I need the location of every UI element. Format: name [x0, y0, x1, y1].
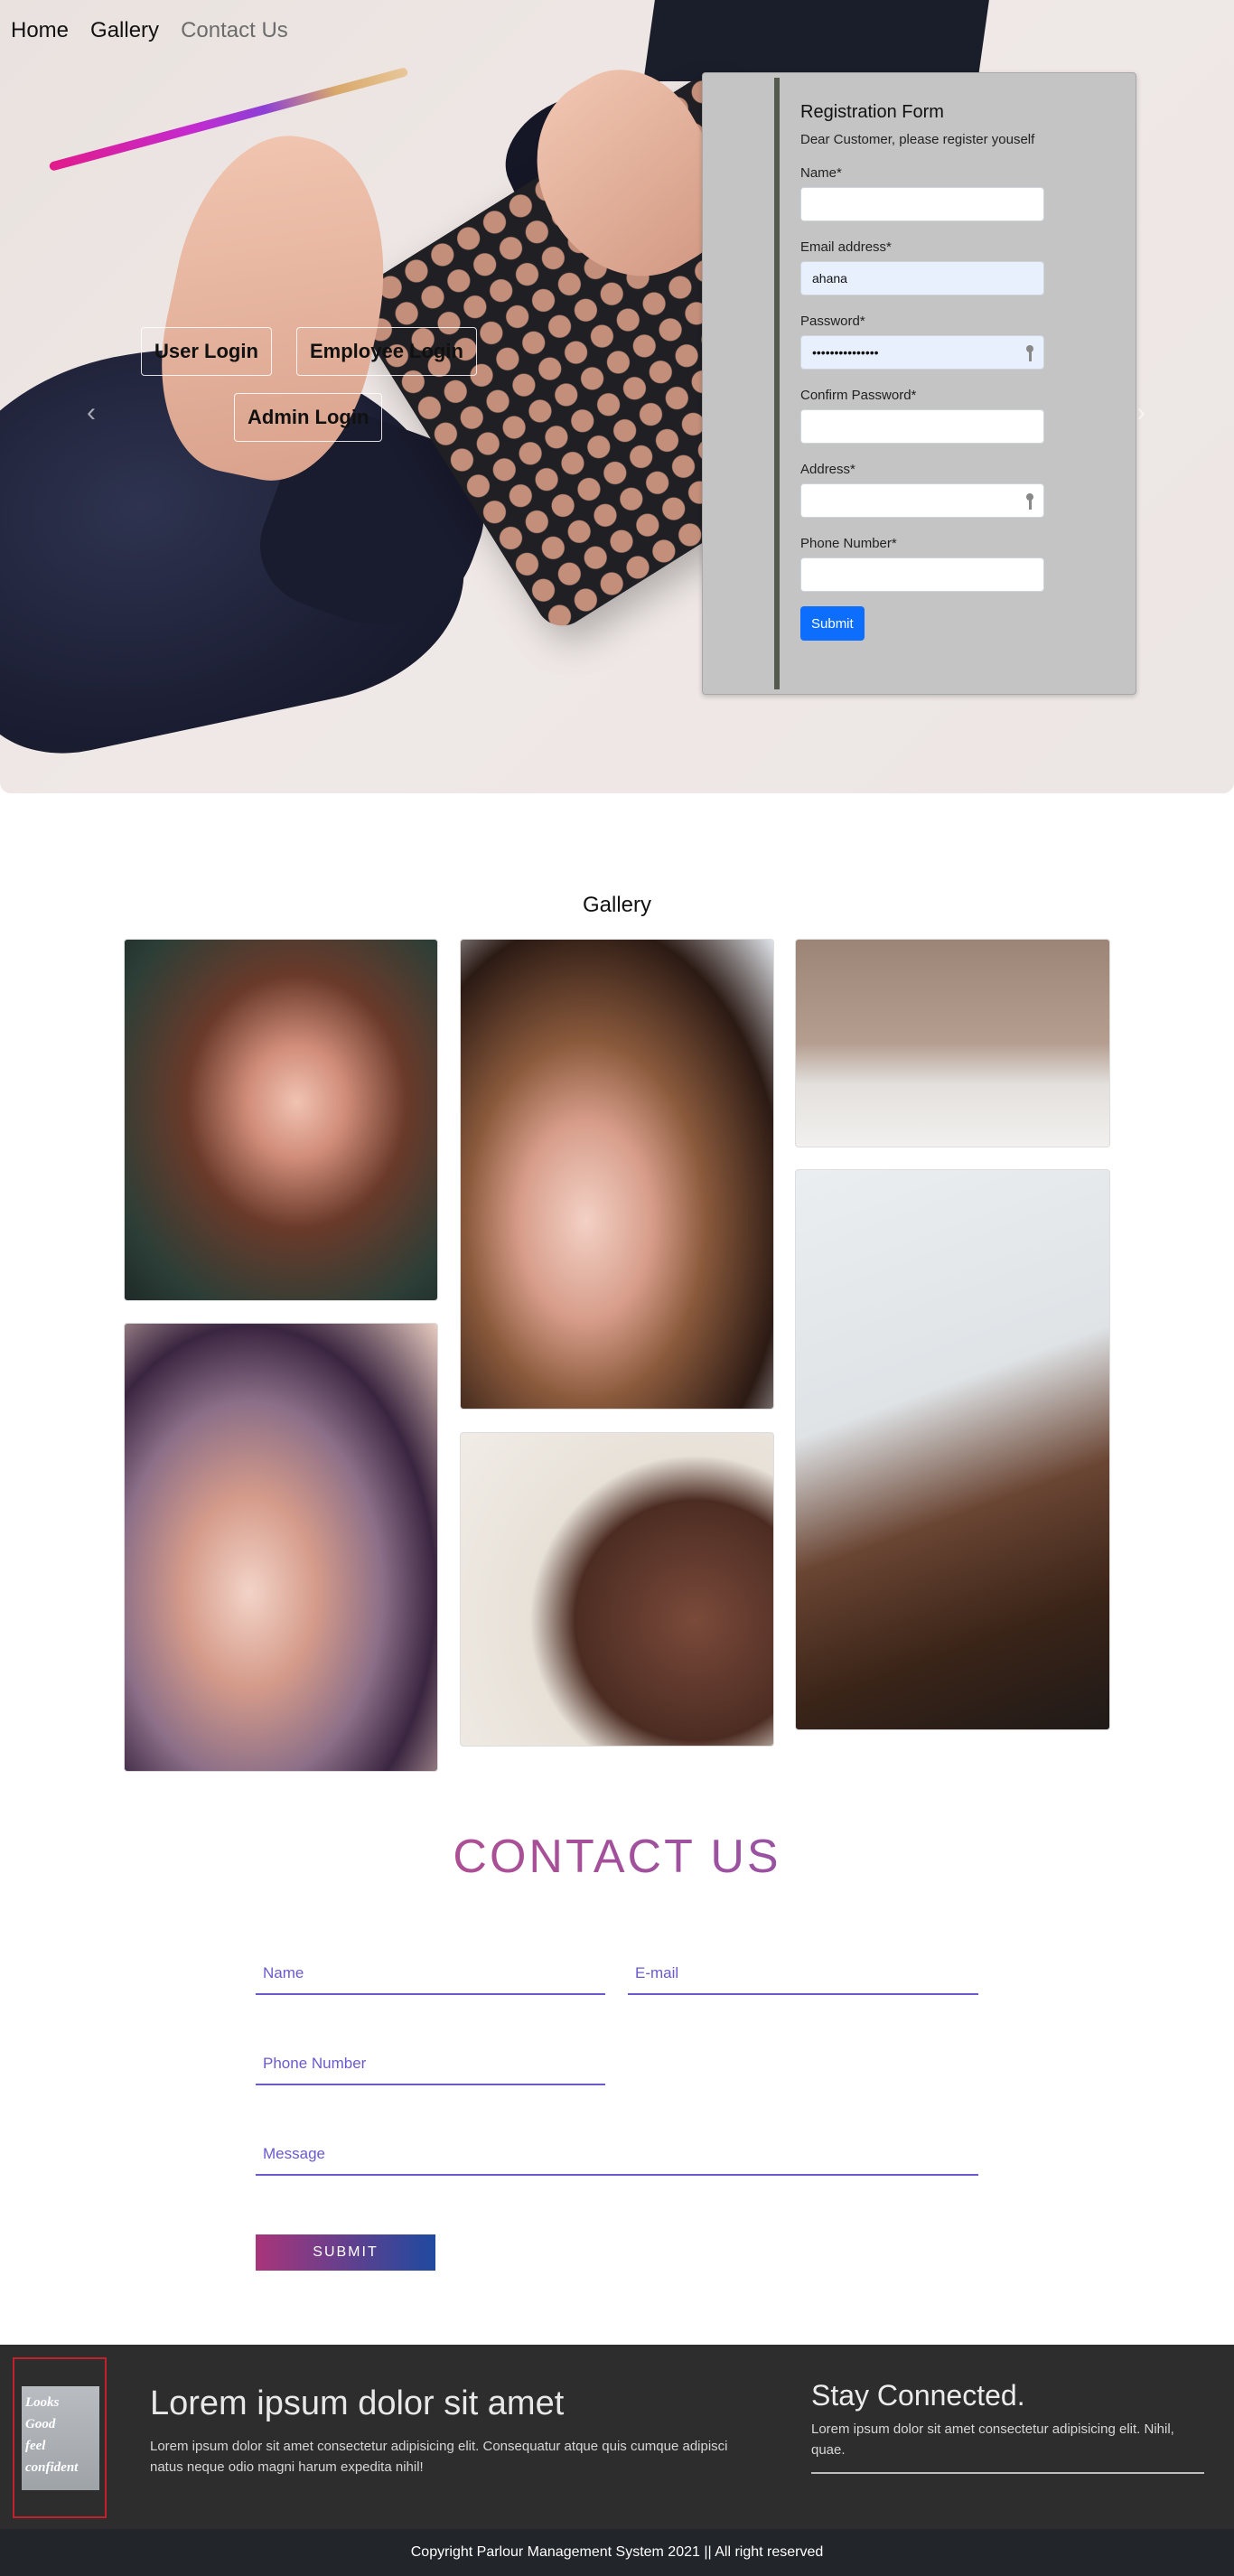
address-input[interactable]	[800, 483, 1044, 518]
employee-login-button[interactable]: Employee Login	[296, 327, 477, 376]
top-navigation: Home Gallery Contact Us	[11, 18, 288, 43]
contact-title: CONTACT US	[0, 1830, 1234, 1884]
stay-connected-heading: Stay Connected.	[811, 2379, 1025, 2412]
card-accent-bar	[774, 78, 780, 689]
carousel-prev-icon[interactable]: ‹	[87, 398, 96, 428]
gallery-image-makeup-products[interactable]	[460, 1432, 774, 1747]
footer-text: Lorem ipsum dolor sit amet consectetur a…	[150, 2439, 728, 2475]
email-input[interactable]: ahana	[800, 261, 1044, 295]
footer-logo: Looks Good feel confident	[22, 2386, 99, 2490]
phone-label: Phone Number*	[800, 536, 897, 551]
copyright-bar: Copyright Parlour Management System 2021…	[0, 2529, 1234, 2576]
carousel-next-icon[interactable]: ›	[1136, 398, 1145, 428]
logo-line: feel	[25, 2439, 46, 2453]
contact-message-input[interactable]: Message	[256, 2134, 978, 2176]
nav-home-link[interactable]: Home	[11, 18, 69, 43]
password-input[interactable]: •••••••••••••••	[800, 335, 1044, 370]
contact-email-input[interactable]: E-mail	[628, 1953, 978, 1995]
logo-line: confident	[25, 2460, 79, 2475]
registration-submit-button[interactable]: Submit	[800, 606, 865, 641]
admin-login-button[interactable]: Admin Login	[234, 393, 383, 442]
gallery-image-nail-art-face[interactable]	[124, 1323, 438, 1772]
nav-gallery-link[interactable]: Gallery	[90, 18, 159, 43]
confirm-password-label: Confirm Password*	[800, 388, 917, 403]
footer-logo-frame: Looks Good feel confident	[13, 2357, 107, 2518]
registration-form: Registration Form Dear Customer, please …	[800, 102, 1044, 641]
registration-title: Registration Form	[800, 102, 944, 122]
gallery-title: Gallery	[582, 893, 652, 917]
laptop-image-part	[643, 0, 992, 81]
address-label: Address*	[800, 462, 855, 477]
key-icon[interactable]	[1025, 345, 1034, 361]
footer: Looks Good feel confident Lorem ipsum do…	[0, 2345, 1234, 2529]
gallery-image-hair-curling[interactable]	[795, 1169, 1110, 1730]
stay-connected-text: Lorem ipsum dolor sit amet consectetur a…	[811, 2421, 1174, 2458]
logo-line: Looks	[25, 2395, 60, 2410]
user-login-button[interactable]: User Login	[141, 327, 272, 376]
makeup-brush-image	[48, 67, 409, 172]
footer-divider	[811, 2472, 1204, 2474]
contact-name-input[interactable]: Name	[256, 1953, 605, 1995]
name-label: Name*	[800, 165, 842, 181]
gallery-image-spa-towel-tulips[interactable]	[795, 939, 1110, 1147]
contact-phone-input[interactable]: Phone Number	[256, 2044, 605, 2085]
password-label: Password*	[800, 314, 865, 329]
registration-subtitle: Dear Customer, please register youself	[800, 132, 1035, 147]
registration-form-card: Registration Form Dear Customer, please …	[702, 72, 1136, 695]
hero-section: Home Gallery Contact Us User Login Emplo…	[0, 0, 1234, 793]
logo-line: Good	[25, 2417, 56, 2431]
key-icon[interactable]	[1025, 493, 1034, 510]
gallery-image-curly-hair-woman[interactable]	[124, 939, 438, 1301]
confirm-password-input[interactable]	[800, 409, 1044, 444]
footer-heading: Lorem ipsum dolor sit amet	[150, 2384, 565, 2422]
gallery-image-eyelash-extension[interactable]	[460, 939, 774, 1410]
phone-input[interactable]	[800, 557, 1044, 592]
contact-submit-button[interactable]: SUBMIT	[256, 2234, 435, 2271]
nav-contact-link[interactable]: Contact Us	[181, 18, 288, 43]
name-input[interactable]	[800, 187, 1044, 221]
password-value: •••••••••••••••	[812, 345, 879, 360]
email-label: Email address*	[800, 239, 892, 255]
